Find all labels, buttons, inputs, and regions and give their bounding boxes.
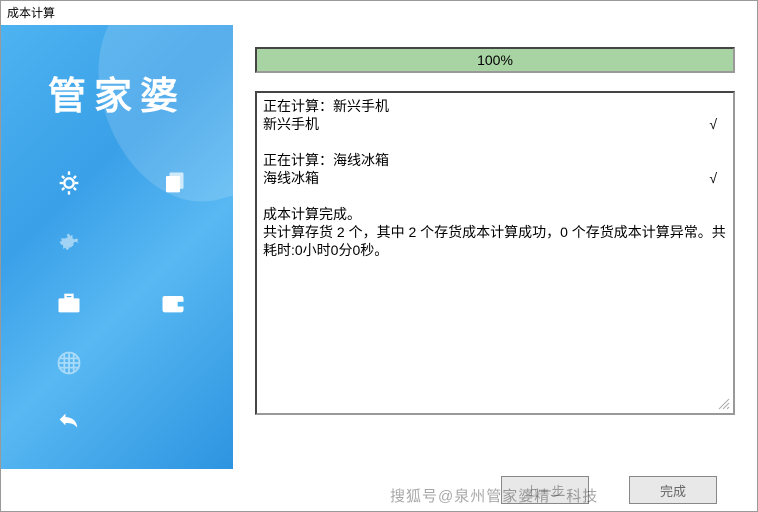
window-title: 成本计算	[7, 6, 55, 20]
log-line: 正在计算：海线冰箱	[263, 151, 727, 169]
documents-icon	[155, 165, 191, 201]
main-panel: 100% 正在计算：新兴手机 新兴手机 √ 正在计算：海线冰箱 海线冰箱 √ 成…	[233, 25, 757, 469]
undo-icon	[51, 405, 87, 441]
progress-label: 100%	[477, 52, 513, 68]
titlebar: 成本计算	[1, 1, 757, 25]
globe-icon	[51, 345, 87, 381]
button-bar: 上一步 完成	[1, 469, 757, 511]
log-line: 新兴手机 √	[263, 115, 727, 133]
content-area: 管家婆	[1, 25, 757, 469]
sidebar: 管家婆	[1, 25, 233, 469]
check-icon: √	[709, 169, 727, 187]
briefcase-icon	[51, 285, 87, 321]
scroll-corner	[715, 395, 731, 411]
finish-button[interactable]: 完成	[629, 476, 717, 504]
log-line: 成本计算完成。	[263, 205, 727, 223]
log-line: 海线冰箱 √	[263, 169, 727, 187]
bar-chart-icon	[51, 465, 87, 469]
gear-icon	[51, 225, 87, 261]
log-line: 正在计算：新兴手机	[263, 97, 727, 115]
log-line: 共计算存货 2 个，其中 2 个存货成本计算成功，0 个存货成本计算异常。共耗时…	[263, 223, 727, 259]
log-output[interactable]: 正在计算：新兴手机 新兴手机 √ 正在计算：海线冰箱 海线冰箱 √ 成本计算完成…	[255, 91, 735, 415]
sun-icon	[51, 165, 87, 201]
sidebar-icon-grid	[51, 165, 191, 469]
window: 成本计算 管家婆	[0, 0, 758, 512]
brand-logo: 管家婆	[1, 65, 233, 120]
check-icon: √	[709, 115, 727, 133]
progress-bar: 100%	[255, 47, 735, 73]
progress-fill: 100%	[257, 49, 733, 71]
watermark: 搜狐号@泉州管家婆精一科技	[390, 485, 598, 506]
wallet-icon	[155, 285, 191, 321]
